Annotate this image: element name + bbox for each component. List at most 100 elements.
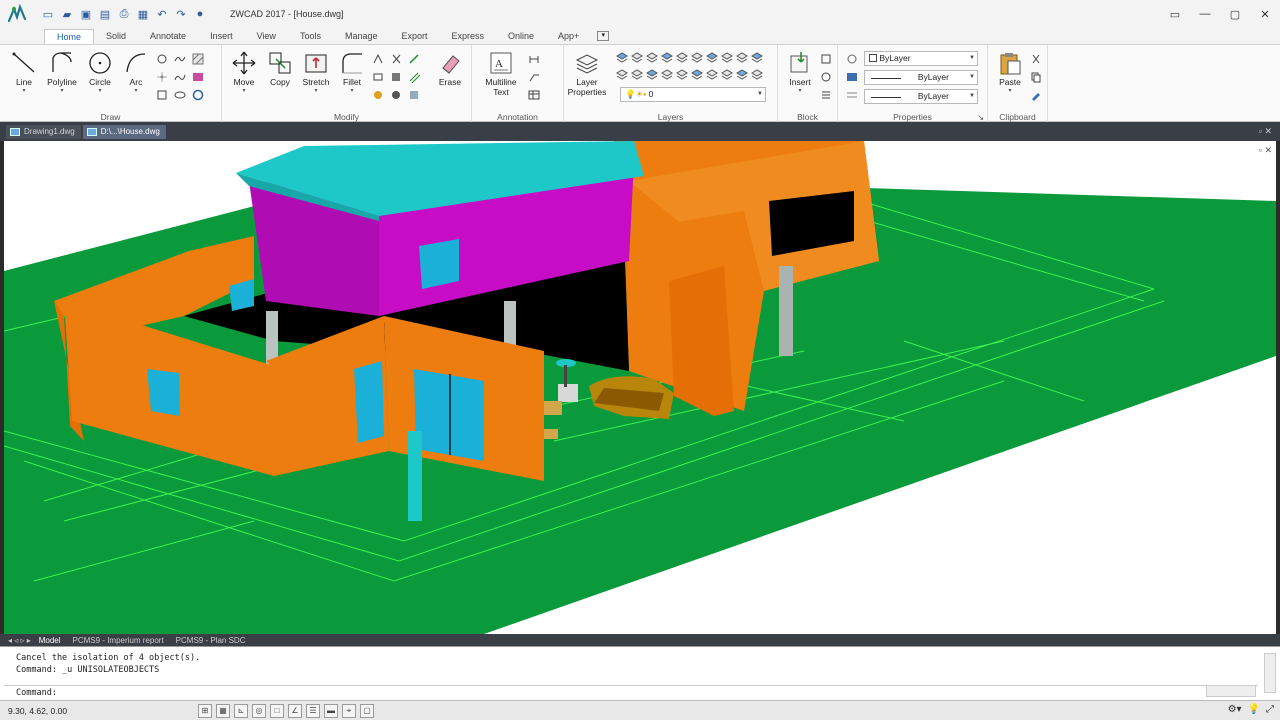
layer-dropdown[interactable]: 💡☀▪ 0 ▼ (620, 87, 766, 102)
tab-express[interactable]: Express (440, 29, 497, 44)
layer-on-icon[interactable] (616, 51, 629, 65)
layout-tab[interactable]: PCMS9 - Imperium report (69, 636, 168, 645)
layer-off-icon[interactable] (631, 51, 644, 65)
layer-setcurrent-icon[interactable] (736, 68, 749, 82)
spline-icon[interactable] (174, 53, 186, 65)
tab-annotate[interactable]: Annotate (138, 29, 198, 44)
color-swatch-icon[interactable] (846, 71, 858, 83)
line-tool[interactable]: Line ▾ (6, 49, 42, 94)
document-tab[interactable]: D:\...\House.dwg (82, 124, 166, 139)
drawing-window-controls[interactable]: ▫ ✕ (1259, 126, 1272, 137)
polar-icon[interactable]: ◎ (252, 703, 266, 718)
horizontal-scrollbar[interactable] (1206, 685, 1256, 697)
multiline-text-tool[interactable]: A Multiline Text (480, 49, 522, 97)
layer-thaw-icon[interactable] (691, 51, 704, 65)
tab-solid[interactable]: Solid (94, 29, 138, 44)
close-button[interactable]: ✕ (1250, 0, 1280, 28)
copy-clip-icon[interactable] (1030, 71, 1042, 83)
document-tab[interactable]: Drawing1.dwg (6, 124, 81, 139)
create-block-icon[interactable] (820, 53, 832, 65)
tab-home[interactable]: Home (44, 29, 95, 44)
tab-online[interactable]: Online (496, 29, 546, 44)
help-icon[interactable]: ● (192, 6, 208, 22)
extend-icon[interactable] (408, 53, 420, 65)
isolate-icon[interactable]: 💡 (1248, 704, 1260, 715)
linear-dimension-icon[interactable] (528, 53, 540, 65)
trim-icon[interactable] (390, 53, 402, 65)
explode-icon[interactable] (390, 89, 402, 101)
point-icon[interactable] (156, 71, 168, 83)
leader-icon[interactable] (528, 71, 540, 83)
panel-launcher-icon[interactable]: ↘ (977, 113, 984, 122)
lineweight-toggle-icon[interactable]: ☰ (306, 703, 320, 718)
minimize-button[interactable]: — (1190, 0, 1220, 28)
edit-block-icon[interactable] (820, 71, 832, 83)
tp-icon[interactable]: ▬ (324, 703, 338, 718)
otrack-icon[interactable]: ∠ (288, 703, 302, 718)
layer-copy-icon[interactable] (676, 68, 689, 82)
match-brush-icon[interactable] (1030, 89, 1042, 101)
match-properties-icon[interactable] (846, 53, 858, 65)
layer-freeze-icon[interactable] (676, 51, 689, 65)
layer-current-icon[interactable] (721, 68, 734, 82)
tab-tools[interactable]: Tools (288, 29, 333, 44)
stretch-tool[interactable]: Stretch ▾ (298, 49, 334, 94)
grid-icon[interactable]: ▦ (216, 703, 230, 718)
layer-delete-icon[interactable] (646, 68, 659, 82)
layer-properties-tool[interactable]: Layer Properties (566, 49, 608, 97)
drawing-viewport[interactable]: ▫ ✕ (4, 141, 1276, 634)
linetype-dropdown[interactable]: ByLayer ▼ (864, 70, 978, 85)
plot-preview-icon[interactable]: ▦ (135, 6, 151, 22)
arc-tool[interactable]: Arc ▾ (118, 49, 154, 94)
mirror-icon[interactable] (372, 71, 384, 83)
ribbon-toggle-button[interactable]: ▭ (1160, 0, 1190, 28)
snap-icon[interactable]: ⊞ (198, 703, 212, 718)
layer-unlock-icon[interactable] (721, 51, 734, 65)
table-icon[interactable] (528, 89, 540, 101)
copy-tool[interactable]: Copy (262, 49, 298, 87)
color-dropdown[interactable]: ByLayer ▼ (864, 51, 978, 66)
ellipse-icon[interactable] (174, 89, 186, 101)
array-icon[interactable] (372, 89, 384, 101)
layout-tab[interactable]: Model (35, 636, 65, 645)
layer-merge-icon[interactable] (631, 68, 644, 82)
tab-app[interactable]: App+ (546, 29, 591, 44)
redo-icon[interactable]: ↷ (173, 6, 189, 22)
revision-cloud-icon[interactable] (174, 71, 186, 83)
tab-export[interactable]: Export (389, 29, 439, 44)
linetype-icon[interactable] (846, 89, 858, 101)
viewport-restore-icon[interactable]: ▫ ✕ (1259, 145, 1272, 156)
open-icon[interactable]: ▰ (59, 6, 75, 22)
layer-change-icon[interactable] (661, 68, 674, 82)
osnap-icon[interactable]: □ (270, 703, 284, 718)
ribbon-tabs-overflow-icon[interactable]: ▾ (597, 31, 610, 41)
layer-lock-icon[interactable] (706, 51, 719, 65)
donut-icon[interactable] (192, 89, 204, 101)
rectangle-icon[interactable] (156, 53, 168, 65)
command-scrollbar[interactable] (1264, 653, 1276, 693)
fillet-tool[interactable]: Fillet ▾ (334, 49, 370, 94)
layer-list-icon[interactable] (751, 68, 764, 82)
fullscreen-icon[interactable]: ⤢ (1266, 704, 1274, 715)
undo-icon[interactable]: ↶ (154, 6, 170, 22)
print-icon[interactable]: ⎙ (116, 6, 132, 22)
polyline-tool[interactable]: Polyline ▾ (44, 49, 80, 94)
circle-tool[interactable]: Circle ▾ (82, 49, 118, 94)
scale-icon[interactable] (390, 71, 402, 83)
erase-tool[interactable]: Erase (432, 49, 468, 87)
new-icon[interactable]: ▭ (40, 6, 56, 22)
polygon-icon[interactable] (156, 89, 168, 101)
region-icon[interactable] (192, 71, 204, 83)
paste-tool[interactable]: Paste ▾ (992, 49, 1028, 94)
maximize-button[interactable]: ▢ (1220, 0, 1250, 28)
gear-icon[interactable]: ⚙▾ (1228, 704, 1242, 715)
layer-vpfreeze-icon[interactable] (706, 68, 719, 82)
zwcad-logo-icon[interactable] (0, 0, 34, 28)
dynamic-input-icon[interactable]: ⌖ (342, 703, 356, 718)
attribute-icon[interactable] (820, 89, 832, 101)
offset-icon[interactable] (408, 71, 421, 84)
layer-isolate-icon[interactable] (646, 51, 659, 65)
insert-tool[interactable]: Insert ▾ (782, 49, 818, 94)
layer-state-icon[interactable] (691, 68, 704, 82)
hatch-icon[interactable] (192, 53, 204, 65)
